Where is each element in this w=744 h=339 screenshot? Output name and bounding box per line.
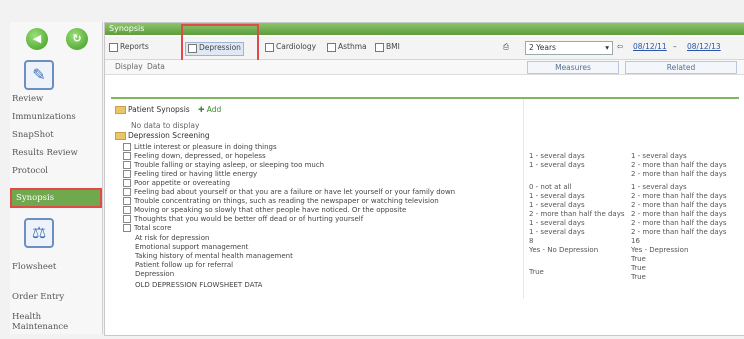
related-value: 1 - several days xyxy=(631,183,687,191)
chevron-down-icon: ▾ xyxy=(605,43,609,52)
checkbox-icon xyxy=(375,42,384,52)
no-data-text: No data to display xyxy=(131,121,200,130)
followup-row: Emotional support management xyxy=(135,243,249,251)
nav-health-maintenance[interactable]: Health Maintenance xyxy=(12,312,98,332)
checkbox-icon xyxy=(123,206,131,214)
toolbar-cardiology-button[interactable]: Cardiology xyxy=(265,42,316,54)
related-column-button[interactable]: Related xyxy=(625,61,737,74)
checkbox-icon xyxy=(123,170,131,178)
nav-snapshot[interactable]: SnapShot xyxy=(12,130,98,140)
measure-value: 1 - several days xyxy=(529,161,585,169)
related-value: True xyxy=(631,264,646,272)
checkbox-icon xyxy=(123,152,131,160)
refresh-icon[interactable]: ↻ xyxy=(66,28,88,50)
followup-row: OLD DEPRESSION FLOWSHEET DATA xyxy=(135,281,263,289)
followup-row: Depression xyxy=(135,270,175,278)
measure-value: 1 - several days xyxy=(529,228,585,236)
related-value: Yes - Depression xyxy=(631,246,689,254)
checkbox-icon xyxy=(123,143,131,151)
nav-immunizations[interactable]: Immunizations xyxy=(12,112,98,122)
column-divider xyxy=(523,99,524,299)
checkbox-icon xyxy=(123,188,131,196)
related-value: 1 - several days xyxy=(631,152,687,160)
tab-data[interactable]: Data xyxy=(147,62,165,71)
question-row[interactable]: Little interest or pleasure in doing thi… xyxy=(123,143,277,151)
checkbox-icon xyxy=(265,42,274,52)
toolbar-asthma-button[interactable]: Asthma xyxy=(327,42,367,54)
question-row[interactable]: Moving or speaking so slowly that other … xyxy=(123,206,406,214)
measures-column-button[interactable]: Measures xyxy=(527,61,619,74)
app-frame: ◀ ↻ ✎ Review Immunizations SnapShot Resu… xyxy=(0,0,744,339)
nav-order-entry[interactable]: Order Entry xyxy=(12,292,98,302)
related-value: 2 - more than half the days xyxy=(631,201,727,209)
printer-icon[interactable]: ⎙ xyxy=(503,42,509,54)
add-button[interactable]: ✚ Add xyxy=(198,105,221,114)
measure-value: 2 - more than half the days xyxy=(529,210,625,218)
back-arrow-icon[interactable]: ◀ xyxy=(26,28,48,50)
flowsheet-icon[interactable]: ⚖ xyxy=(24,218,54,248)
question-row[interactable]: Feeling bad about yourself or that you a… xyxy=(123,188,455,196)
measure-value: Yes - No Depression xyxy=(529,246,599,254)
date-separator: – xyxy=(673,42,677,51)
related-value: True xyxy=(631,273,646,281)
checkbox-icon xyxy=(123,197,131,205)
related-value: 2 - more than half the days xyxy=(631,210,727,218)
patient-synopsis-header: Patient Synopsis ✚ Add xyxy=(115,105,221,114)
measure-value: 0 - not at all xyxy=(529,183,572,191)
question-row[interactable]: Total score xyxy=(123,224,171,232)
checkbox-icon xyxy=(123,161,131,169)
nav-flowsheet[interactable]: Flowsheet xyxy=(12,262,98,272)
folder-icon xyxy=(115,132,126,140)
tab-display[interactable]: Display xyxy=(115,62,143,71)
toolbar-bmi-button[interactable]: BMI xyxy=(375,42,400,54)
followup-row: Patient follow up for referral xyxy=(135,261,234,269)
synopsis-panel: Synopsis Reports Depression Cardiology A… xyxy=(104,22,744,336)
related-value: 2 - more than half the days xyxy=(631,170,727,178)
folder-icon xyxy=(115,106,126,114)
nav-results-review[interactable]: Results Review xyxy=(12,148,98,158)
question-row[interactable]: Trouble concentrating on things, such as… xyxy=(123,197,439,205)
followup-row: Taking history of mental health manageme… xyxy=(135,252,293,260)
depression-screening-header: Depression Screening xyxy=(115,131,210,140)
measure-value: 1 - several days xyxy=(529,219,585,227)
followup-row: At risk for depression xyxy=(135,234,210,242)
previous-range-icon[interactable]: ⇦ xyxy=(617,42,623,54)
question-row[interactable]: Trouble falling or staying asleep, or sl… xyxy=(123,161,324,169)
date-to-link[interactable]: 08/12/13 xyxy=(687,42,721,51)
measure-value: True xyxy=(529,268,544,276)
question-row[interactable]: Poor appetite or overeating xyxy=(123,179,230,187)
review-icon[interactable]: ✎ xyxy=(24,60,54,90)
nav-synopsis[interactable]: Synopsis xyxy=(10,188,102,208)
range-select[interactable]: 2 Years ▾ xyxy=(525,41,613,55)
section-divider xyxy=(111,97,739,99)
measure-value: 1 - several days xyxy=(529,201,585,209)
checkbox-icon xyxy=(327,42,336,52)
sub-toolbar: Display Data Measures Related xyxy=(105,60,744,75)
related-value: True xyxy=(631,255,646,263)
related-value: 2 - more than half the days xyxy=(631,228,727,236)
date-from-link[interactable]: 08/12/11 xyxy=(633,42,667,51)
question-row[interactable]: Feeling down, depressed, or hopeless xyxy=(123,152,266,160)
question-row[interactable]: Feeling tired or having little energy xyxy=(123,170,257,178)
measure-value: 1 - several days xyxy=(529,152,585,160)
related-value: 2 - more than half the days xyxy=(631,192,727,200)
measure-value: 8 xyxy=(529,237,534,245)
nav-protocol[interactable]: Protocol xyxy=(12,166,98,176)
nav-review[interactable]: Review xyxy=(12,94,98,104)
question-row[interactable]: Thoughts that you would be better off de… xyxy=(123,215,363,223)
checkbox-icon xyxy=(123,224,131,232)
measure-value: 1 - several days xyxy=(529,192,585,200)
related-value: 2 - more than half the days xyxy=(631,161,727,169)
related-value: 16 xyxy=(631,237,640,245)
related-value: 2 - more than half the days xyxy=(631,219,727,227)
left-navigation: ◀ ↻ ✎ Review Immunizations SnapShot Resu… xyxy=(10,22,103,334)
toolbar-reports-button[interactable]: Reports xyxy=(109,42,149,54)
checkbox-icon xyxy=(123,179,131,187)
checkbox-icon xyxy=(109,42,118,52)
checkbox-icon xyxy=(123,215,131,223)
